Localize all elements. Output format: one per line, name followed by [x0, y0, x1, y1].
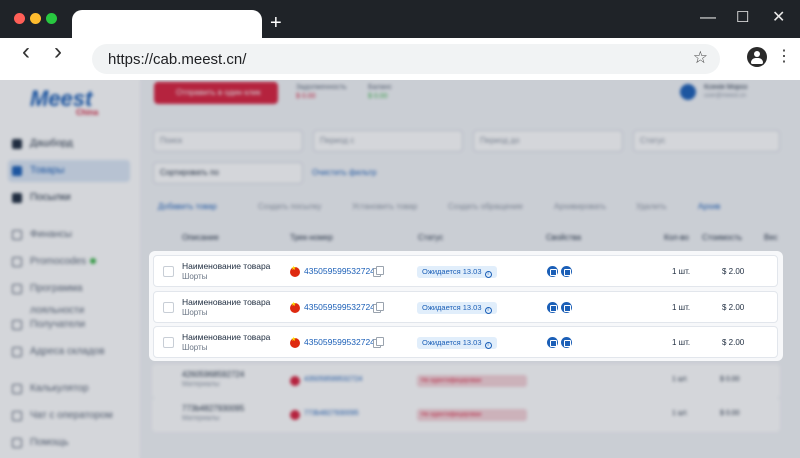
forward-icon[interactable]: › — [54, 40, 62, 64]
product-category: Шорты — [182, 308, 208, 317]
status-badge: Ожидается 13.03 i — [417, 337, 497, 349]
row-checkbox[interactable] — [163, 337, 174, 348]
product-category: Шорты — [182, 272, 208, 281]
china-flag-icon — [290, 336, 300, 348]
browser-tab[interactable] — [72, 10, 262, 40]
title-bar: + — ☐ ✕ — [0, 0, 800, 40]
url-field[interactable]: https://cab.meest.cn/ ☆ — [92, 44, 720, 74]
quantity: 1 шт. — [672, 267, 691, 276]
minimize-window-dot[interactable] — [30, 13, 41, 24]
track-number[interactable]: 435059599532724 — [304, 302, 375, 312]
product-name[interactable]: Наименование товара — [182, 297, 270, 307]
product-name[interactable]: Наименование товара — [182, 261, 270, 271]
page-content: Meest China Дашборд Товары Посылки Финан… — [0, 80, 800, 458]
table-row[interactable]: Наименование товара Шорты 43505959953272… — [153, 255, 778, 287]
minimize-icon[interactable]: — — [700, 9, 716, 27]
photo-icon[interactable] — [561, 337, 572, 348]
info-icon[interactable]: i — [484, 307, 492, 314]
info-icon[interactable]: i — [484, 342, 492, 349]
package-icon[interactable] — [547, 337, 558, 348]
photo-icon[interactable] — [561, 302, 572, 313]
price: $ 2.00 — [722, 338, 745, 347]
back-icon[interactable]: ‹ — [22, 40, 30, 64]
photo-icon[interactable] — [561, 266, 572, 277]
browser-menu-icon[interactable]: ⋮ — [776, 47, 792, 67]
copy-icon[interactable] — [373, 266, 384, 277]
table-row[interactable]: Наименование товара Шорты 43505959953272… — [153, 291, 778, 323]
status-badge: Ожидается 13.03 i — [417, 302, 497, 314]
track-number[interactable]: 435059599532724 — [304, 266, 375, 276]
maximize-window-dot[interactable] — [46, 13, 57, 24]
new-tab-button[interactable]: + — [270, 12, 282, 34]
close-icon[interactable]: ✕ — [772, 9, 785, 27]
browser-window: + — ☐ ✕ ‹ › https://cab.meest.cn/ ☆ ⋮ Me… — [0, 0, 800, 458]
quantity: 1 шт. — [672, 338, 691, 347]
china-flag-icon — [290, 265, 300, 277]
price: $ 2.00 — [722, 303, 745, 312]
copy-icon[interactable] — [373, 302, 384, 313]
table-row[interactable]: Наименование товара Шорты 43505959953272… — [153, 326, 778, 358]
package-icon[interactable] — [547, 302, 558, 313]
track-number[interactable]: 435059599532724 — [304, 337, 375, 347]
package-icon[interactable] — [547, 266, 558, 277]
copy-icon[interactable] — [373, 337, 384, 348]
profile-icon[interactable] — [747, 47, 767, 67]
bookmark-star-icon[interactable]: ☆ — [693, 48, 708, 68]
quantity: 1 шт. — [672, 303, 691, 312]
china-flag-icon — [290, 301, 300, 313]
product-category: Шорты — [182, 343, 208, 352]
url-text[interactable]: https://cab.meest.cn/ — [108, 51, 246, 68]
close-window-dot[interactable] — [14, 13, 25, 24]
maximize-icon[interactable]: ☐ — [736, 9, 749, 27]
row-checkbox[interactable] — [163, 266, 174, 277]
status-badge: Ожидается 13.03 i — [417, 266, 497, 278]
product-name[interactable]: Наименование товара — [182, 332, 270, 342]
info-icon[interactable]: i — [484, 271, 492, 278]
price: $ 2.00 — [722, 267, 745, 276]
address-bar-row: ‹ › https://cab.meest.cn/ ☆ ⋮ — [0, 38, 800, 80]
row-checkbox[interactable] — [163, 302, 174, 313]
